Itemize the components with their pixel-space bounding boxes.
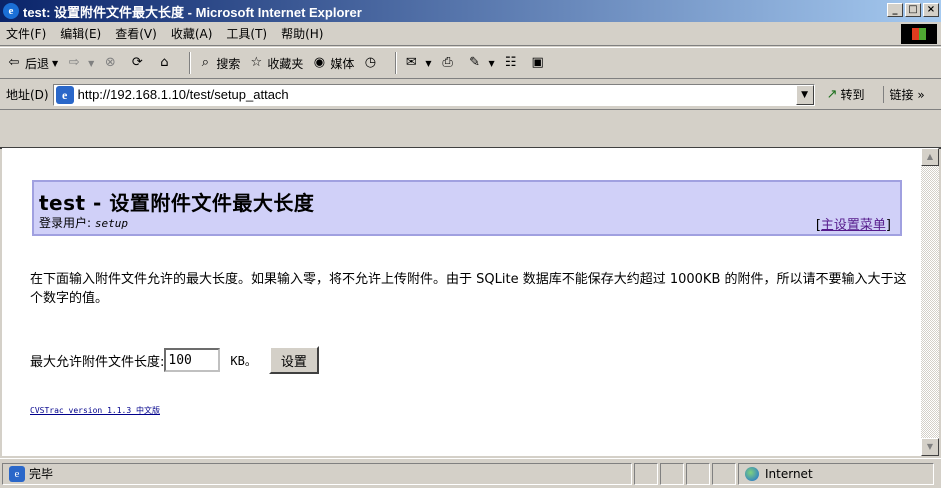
toolbar-separator [395, 52, 398, 74]
version-link[interactable]: CVSTrac version 1.1.3 中文版 [30, 405, 160, 416]
home-icon: ⌂ [160, 55, 169, 70]
mail-icon: ✉ [405, 55, 417, 70]
discuss-button[interactable]: ☷ [503, 55, 522, 71]
menu-edit[interactable]: 编辑(E) [60, 25, 101, 42]
zone-label: Internet [765, 466, 813, 481]
go-arrow-icon: ↗ [826, 87, 838, 102]
windows-logo-icon [901, 24, 937, 44]
main-settings-link[interactable]: 主设置菜单 [821, 218, 886, 233]
messenger-button[interactable]: ▣ [530, 55, 549, 71]
maximize-button[interactable]: □ [905, 3, 921, 17]
print-button[interactable]: ⎙ [440, 55, 459, 71]
home-button[interactable]: ⌂ [156, 55, 175, 71]
mail-button[interactable]: ✉ ▼ [403, 55, 432, 71]
links-button[interactable]: 链接 » [882, 86, 925, 103]
messenger-icon: ▣ [531, 55, 544, 70]
forward-button[interactable]: ⇨ ▼ [66, 55, 95, 71]
chevron-right-icon: » [917, 88, 925, 102]
toolbar-separator [189, 52, 192, 74]
title-bar: e test: 设置附件文件最大长度 - Microsoft Internet … [0, 0, 941, 22]
edit-dropdown-icon[interactable]: ▼ [489, 59, 495, 68]
address-bar: 地址(D) e http://192.168.1.10/test/setup_a… [0, 80, 941, 110]
address-dropdown-icon[interactable]: ▼ [795, 84, 814, 105]
status-cell [712, 462, 736, 485]
search-label: 搜索 [216, 56, 241, 71]
address-input[interactable]: e http://192.168.1.10/test/setup_attach … [52, 83, 815, 106]
max-size-label: 最大允许附件文件长度: [30, 354, 165, 370]
main-settings-menu: [主设置菜单] [816, 214, 891, 233]
scroll-up-icon[interactable]: ▲ [921, 148, 939, 166]
menu-help[interactable]: 帮助(H) [281, 25, 323, 42]
description-text: 在下面输入附件文件允许的最大长度。如果输入零，将不允许上传附件。由于 SQLit… [30, 272, 907, 306]
bracket-close: ] [885, 218, 891, 233]
status-bar: e 完毕 Internet [0, 458, 941, 488]
window-controls: _ □ × [887, 3, 939, 17]
forward-dropdown-icon[interactable]: ▼ [88, 59, 94, 68]
scroll-down-icon[interactable]: ▼ [921, 438, 939, 456]
login-username: setup [94, 217, 128, 230]
stop-button[interactable]: ⊗ [102, 55, 121, 71]
close-button[interactable]: × [923, 3, 939, 17]
address-label: 地址(D) [6, 88, 49, 102]
favorites-label: 收藏夹 [267, 56, 304, 71]
window-title: test: 设置附件文件最大长度 - Microsoft Internet Ex… [23, 4, 362, 20]
status-cell [634, 462, 658, 485]
page-title: test - 设置附件文件最大长度 [39, 191, 315, 215]
menu-tools[interactable]: 工具(T) [226, 25, 267, 42]
favorites-icon: ☆ [250, 55, 263, 70]
menu-file[interactable]: 文件(F) [6, 25, 46, 42]
globe-icon [745, 466, 759, 481]
page-icon: e [55, 85, 74, 104]
status-text: 完毕 [29, 467, 54, 481]
back-arrow-icon: ⇦ [8, 55, 20, 70]
vertical-scrollbar[interactable]: ▲ ▼ [921, 148, 939, 456]
refresh-button[interactable]: ⟳ [129, 55, 148, 71]
address-url: http://192.168.1.10/test/setup_attach [77, 87, 289, 102]
back-label: 后退 [25, 56, 50, 71]
max-size-form: 最大允许附件文件长度: KB。 设置 [30, 346, 319, 374]
toolbar: ⇦ 后退 ▼ ⇨ ▼ ⊗ ⟳ ⌂ ⌕ 搜索 ☆ 收藏夹 ◉ 媒体 ◷ ✉ ▼ ⎙… [0, 47, 941, 79]
set-button[interactable]: 设置 [268, 346, 319, 374]
history-button[interactable]: ◷ [362, 55, 381, 71]
links-label: 链接 [889, 88, 914, 102]
login-info: 登录用户: setup [39, 214, 128, 231]
refresh-icon: ⟳ [131, 55, 143, 70]
search-button[interactable]: ⌕ 搜索 [197, 55, 241, 72]
back-dropdown-icon[interactable]: ▼ [52, 59, 58, 68]
media-icon: ◉ [313, 55, 326, 70]
edit-icon: ✎ [469, 55, 480, 70]
menu-favorites[interactable]: 收藏(A) [171, 25, 213, 42]
go-button[interactable]: ↗ 转到 [827, 86, 865, 103]
go-label: 转到 [840, 88, 865, 102]
favorites-button[interactable]: ☆ 收藏夹 [248, 55, 304, 72]
search-icon: ⌕ [201, 55, 209, 70]
history-icon: ◷ [364, 55, 377, 70]
internet-explorer-icon: e [3, 3, 19, 19]
status-cell [686, 462, 710, 485]
edit-button[interactable]: ✎ ▼ [467, 55, 495, 71]
media-label: 媒体 [330, 56, 355, 71]
discuss-icon: ☷ [504, 55, 517, 70]
forward-arrow-icon: ⇨ [68, 55, 80, 70]
status-cell [660, 462, 684, 485]
back-button[interactable]: ⇦ 后退 ▼ [6, 55, 59, 72]
unit-label: KB。 [230, 353, 257, 368]
stop-icon: ⊗ [104, 55, 116, 70]
login-label: 登录用户: [39, 216, 92, 230]
security-zone: Internet [738, 462, 934, 485]
mail-dropdown-icon[interactable]: ▼ [425, 59, 431, 68]
max-size-input[interactable] [164, 348, 221, 372]
menu-bar: 文件(F) 编辑(E) 查看(V) 收藏(A) 工具(T) 帮助(H) [0, 22, 941, 46]
menu-view[interactable]: 查看(V) [115, 25, 157, 42]
media-button[interactable]: ◉ 媒体 [311, 55, 355, 72]
minimize-button[interactable]: _ [887, 3, 903, 17]
status-main: e 完毕 [2, 462, 632, 485]
print-icon: ⎙ [442, 55, 453, 70]
page-done-icon: e [9, 465, 25, 482]
